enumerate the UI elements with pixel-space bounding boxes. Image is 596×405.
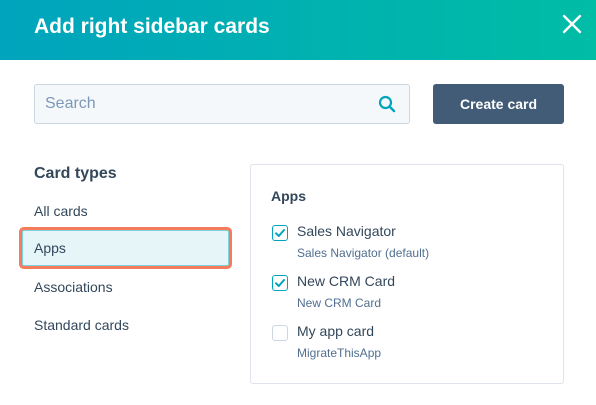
my-app-card-checkbox[interactable] [272,325,288,341]
search-input[interactable] [35,85,365,123]
nav-item-standard-cards[interactable]: Standard cards [34,317,129,333]
app-subtitle: Sales Navigator (default) [297,246,430,260]
app-row-my-app-card: My app card MigrateThisApp [272,322,552,366]
app-subtitle: MigrateThisApp [297,346,382,360]
nav-item-associations[interactable]: Associations [34,279,113,295]
apps-panel-heading: Apps [271,188,306,204]
app-name[interactable]: My app card [297,323,374,339]
dialog-title: Add right sidebar cards [34,15,270,38]
app-subtitle: New CRM Card [297,296,382,310]
new-crm-card-checkbox[interactable] [272,275,288,291]
app-row-sales-navigator: Sales Navigator Sales Navigator (default… [272,222,552,266]
search-icon[interactable] [378,95,396,113]
app-name[interactable]: Sales Navigator [297,223,396,239]
checkmark-icon [275,229,285,237]
dialog-header: Add right sidebar cards [0,0,596,60]
nav-item-apps[interactable]: Apps [22,230,229,266]
search-box [34,84,410,124]
create-card-button[interactable]: Create card [433,84,564,124]
card-types-heading: Card types [34,165,117,182]
sales-navigator-checkbox[interactable] [272,225,288,241]
close-icon[interactable] [561,13,583,35]
checkmark-icon [275,279,285,287]
app-row-new-crm-card: New CRM Card New CRM Card [272,272,552,316]
nav-item-all-cards[interactable]: All cards [34,203,88,219]
nav-item-label: Apps [34,240,66,256]
apps-panel: Apps Sales Navigator Sales Navigator (de… [250,164,564,384]
app-name[interactable]: New CRM Card [297,273,395,289]
